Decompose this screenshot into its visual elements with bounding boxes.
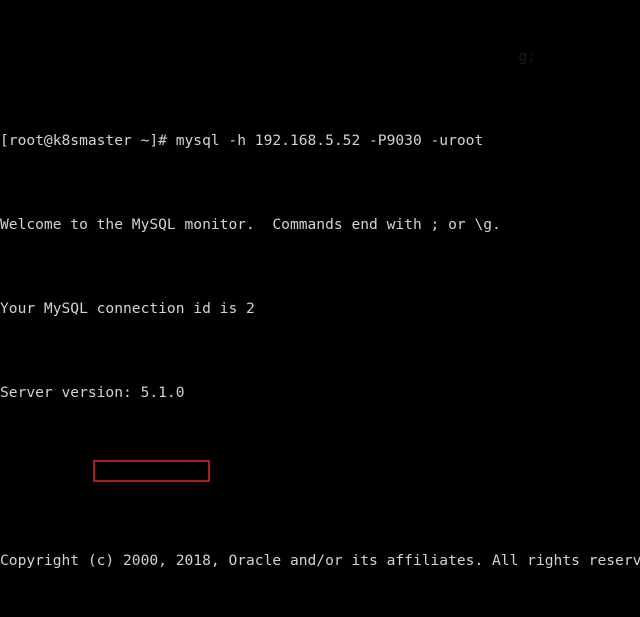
- terminal-line-welcome: Welcome to the MySQL monitor. Commands e…: [0, 216, 501, 233]
- terminal-window[interactable]: g; [root@k8smaster ~]# mysql -h 192.168.…: [0, 0, 640, 617]
- terminal-line-copyright: Copyright (c) 2000, 2018, Oracle and/or …: [0, 552, 640, 569]
- terminal-line-connection-id: Your MySQL connection id is 2: [0, 300, 255, 317]
- terminal-line-scrollback-remnant: g;: [0, 48, 536, 65]
- terminal-cursor: [0, 606, 9, 614]
- terminal-line-prompt-command: [root@k8smaster ~]# mysql -h 192.168.5.5…: [0, 132, 484, 149]
- terminal-screen-buffer[interactable]: g; [root@k8smaster ~]# mysql -h 192.168.…: [0, 0, 640, 617]
- terminal-line-server-version: Server version: 5.1.0: [0, 384, 185, 401]
- terminal-line-blank-1: [0, 466, 640, 487]
